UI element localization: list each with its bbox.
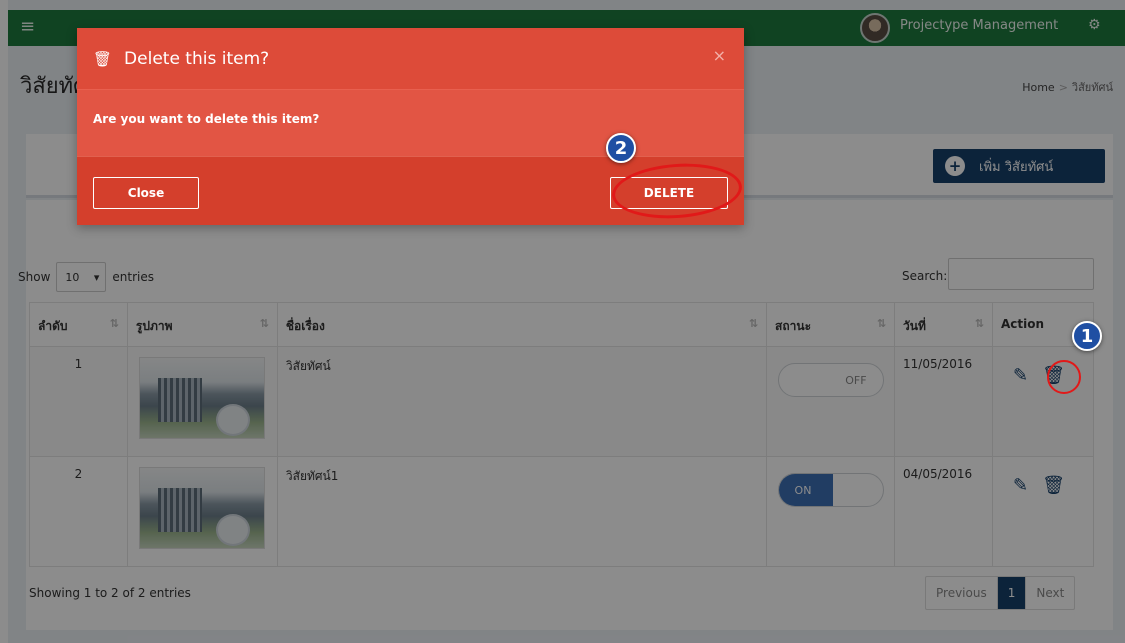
close-icon[interactable]: × [713,46,726,65]
modal-header: 🗑 Delete this item? × [77,28,744,90]
highlight-ring-trash [1047,360,1081,394]
modal-message: Are you want to delete this item? [93,112,320,126]
step-2-badge: 2 [606,133,636,163]
close-button[interactable]: Close [93,177,199,209]
modal-title: Delete this item? [124,48,270,69]
trash-icon: 🗑 [93,49,113,68]
modal-body: Are you want to delete this item? [77,90,744,156]
step-1-badge: 1 [1072,321,1102,351]
